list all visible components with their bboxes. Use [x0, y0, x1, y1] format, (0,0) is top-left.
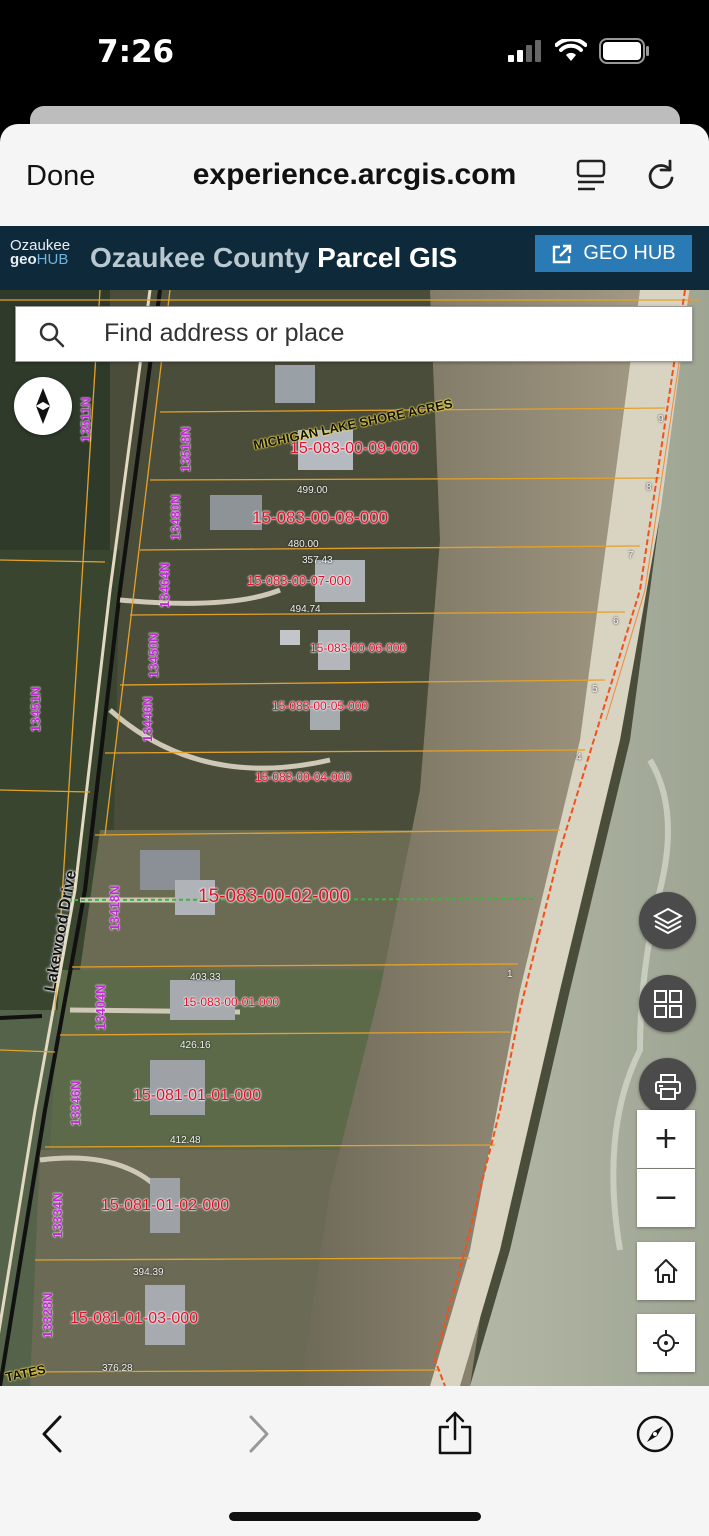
zoom-out-label: −: [653, 1180, 679, 1215]
address-label: 13346N: [68, 1080, 83, 1126]
address-label: 13334N: [50, 1192, 65, 1238]
dimension-label: 394.39: [133, 1267, 164, 1278]
app-title-parcel: Parcel GIS: [317, 242, 458, 273]
lot-number-label: 5: [592, 684, 598, 695]
reload-icon[interactable]: [645, 158, 677, 197]
zoom-out-button[interactable]: −: [637, 1169, 695, 1227]
parcel-label[interactable]: 15-083-00-07-000: [247, 573, 351, 588]
logo-geo-text: geo: [10, 251, 37, 268]
lot-number-label: 7: [628, 550, 634, 561]
compass-icon: [36, 388, 50, 424]
dimension-label: 480.00: [288, 539, 319, 550]
lot-number-label: 4: [576, 752, 582, 763]
lot-number-label: 9: [658, 414, 664, 425]
ozaukee-geohub-logo[interactable]: Ozaukee geoHUB: [10, 238, 70, 268]
parcel-label[interactable]: 15-083-00-02-000: [198, 886, 350, 908]
parcel-label[interactable]: 15-083-00-05-000: [272, 699, 368, 713]
compass-safari-icon: [636, 1415, 674, 1453]
parcel-label[interactable]: 15-081-01-03-000: [70, 1310, 198, 1328]
locate-button[interactable]: [637, 1314, 695, 1372]
battery-icon: [599, 38, 649, 64]
printer-icon: [654, 1073, 681, 1100]
address-label: 13418N: [107, 885, 122, 931]
home-extent-button[interactable]: [637, 1242, 695, 1300]
lot-number-label: 1: [507, 969, 513, 980]
compass-button[interactable]: [14, 377, 72, 435]
address-label: 13404N: [93, 984, 108, 1030]
forward-button[interactable]: [245, 1414, 271, 1459]
search-icon: [38, 321, 66, 354]
basemap-gallery-button[interactable]: [639, 975, 696, 1032]
dimension-label: 499.00: [297, 485, 328, 496]
layers-icon: [652, 907, 683, 934]
wifi-icon: [555, 39, 587, 61]
address-label: 13450N: [146, 632, 161, 678]
chevron-right-icon: [249, 1415, 269, 1453]
parcel-label[interactable]: 15-083-00-08-000: [252, 508, 388, 528]
parcel-label[interactable]: 15-081-01-01-000: [133, 1087, 261, 1105]
app-title: Ozaukee County Parcel GIS: [90, 242, 457, 274]
geohub-button-label: GEO HUB: [583, 242, 676, 264]
address-label: 13511N: [78, 397, 93, 442]
logo-hub-text: HUB: [36, 251, 69, 268]
zoom-in-label: +: [653, 1121, 679, 1156]
dimension-label: 426.16: [180, 1040, 211, 1051]
address-label: 13328N: [40, 1292, 55, 1338]
zoom-in-button[interactable]: +: [637, 1110, 695, 1168]
address-label: 13480N: [168, 494, 183, 540]
grid-icon: [653, 989, 682, 1018]
status-time: 7:26: [97, 34, 175, 70]
app-banner: Ozaukee geoHUB Ozaukee County Parcel GIS…: [0, 226, 709, 290]
dimension-label: 412.48: [170, 1135, 201, 1146]
parcel-label[interactable]: 15-083-00-04-000: [255, 770, 351, 784]
map-view[interactable]: 15-083-00-09-000 15-083-00-08-000 15-083…: [0, 290, 709, 1386]
status-icons: [507, 38, 651, 64]
share-icon: [438, 1411, 472, 1455]
layers-button[interactable]: [639, 892, 696, 949]
parcel-label[interactable]: 15-083-00-01-000: [183, 995, 279, 1009]
browser-header: Done experience.arcgis.com: [0, 124, 709, 226]
reader-mode-icon[interactable]: [575, 158, 607, 197]
dimension-label: 494.74: [290, 604, 321, 615]
print-button[interactable]: [639, 1058, 696, 1115]
dimension-label: 403.33: [190, 972, 221, 983]
parcel-label[interactable]: 15-083-00-06-000: [310, 641, 406, 655]
open-in-safari-button[interactable]: [635, 1414, 675, 1459]
address-label: 13446N: [140, 696, 155, 742]
lot-number-label: 8: [646, 482, 652, 493]
address-label: 13451N: [28, 686, 43, 732]
chevron-left-icon: [42, 1415, 62, 1453]
home-icon: [654, 1259, 678, 1283]
status-bar: 7:26: [0, 0, 709, 110]
address-label: 13464N: [157, 562, 172, 608]
dimension-label: 357.43: [302, 555, 333, 566]
share-button[interactable]: [436, 1410, 474, 1461]
browser-toolbar: [0, 1386, 709, 1536]
search-input[interactable]: Find address or place: [104, 319, 344, 348]
geohub-button[interactable]: GEO HUB: [535, 235, 692, 272]
lot-number-label: 6: [613, 616, 619, 627]
home-indicator: [229, 1512, 481, 1521]
app-title-county: Ozaukee County: [90, 242, 310, 273]
address-label: 13518N: [178, 426, 193, 472]
cellular-signal-icon: [508, 40, 541, 62]
dimension-label: 376.28: [102, 1363, 133, 1374]
logo-bottom-text: geoHUB: [10, 251, 70, 268]
crosshair-icon: [653, 1330, 679, 1356]
parcel-label[interactable]: 15-083-00-09-000: [290, 440, 418, 458]
external-link-icon: [553, 244, 572, 263]
parcel-label[interactable]: 15-081-01-02-000: [101, 1197, 229, 1215]
search-box[interactable]: Find address or place: [15, 306, 693, 362]
back-button[interactable]: [40, 1414, 66, 1459]
